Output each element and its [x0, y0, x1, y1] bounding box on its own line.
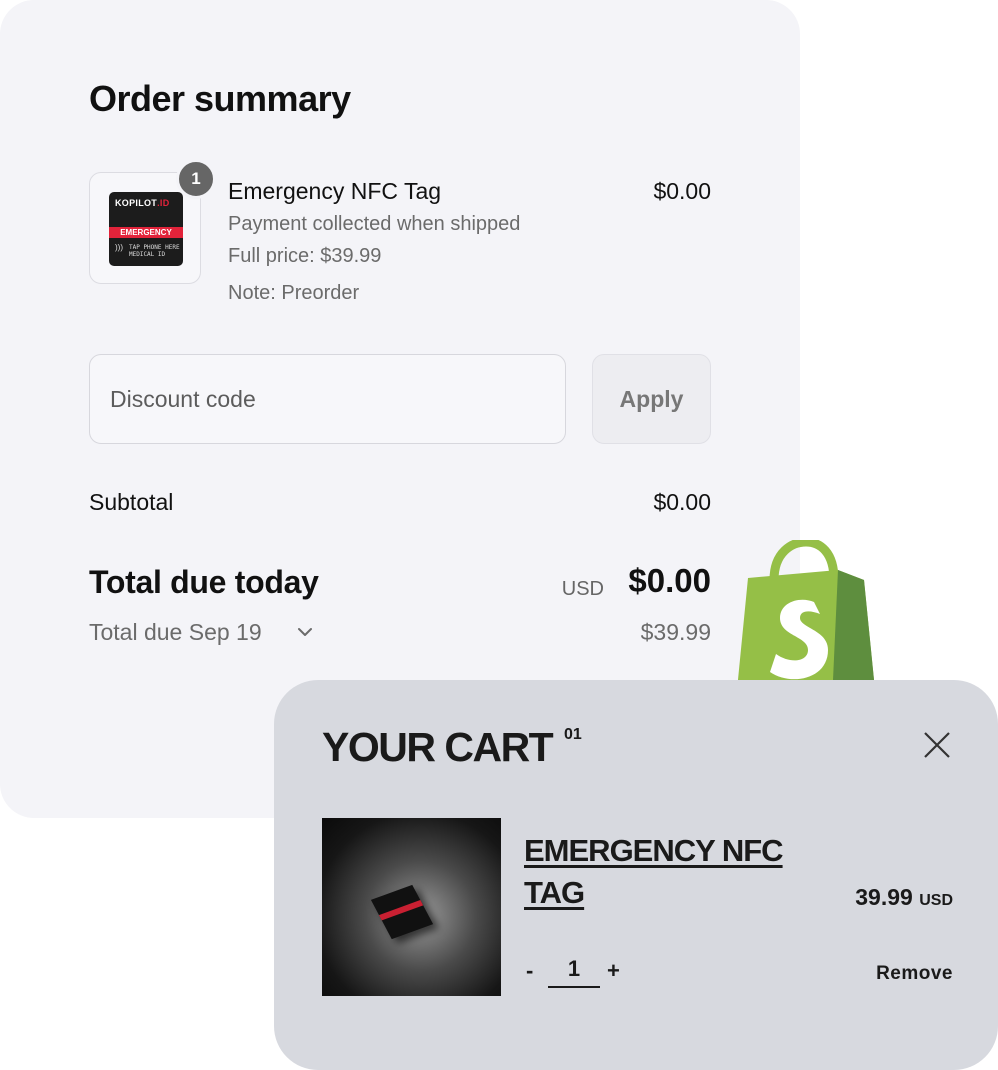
total-due-value: $0.00	[628, 562, 711, 599]
tag-emergency-label: EMERGENCY	[109, 227, 183, 238]
total-due-later-value: $39.99	[640, 619, 711, 645]
subtotal-label: Subtotal	[89, 489, 174, 515]
quantity-decrease-button[interactable]: -	[526, 958, 533, 984]
tag-medical-text: TAP PHONE HERE MEDICAL ID	[129, 244, 180, 258]
subtotal-value: $0.00	[653, 489, 711, 515]
discount-code-input[interactable]: Discount code	[89, 354, 566, 444]
total-due-later-label[interactable]: Total due Sep 19	[89, 619, 262, 646]
remove-button[interactable]: Remove	[876, 963, 953, 985]
order-summary-title: Order summary	[89, 78, 351, 119]
nfc-tag-photo	[370, 884, 434, 940]
item-price: $0.00	[653, 178, 711, 204]
apply-button[interactable]: Apply	[592, 354, 711, 444]
payment-note: Payment collected when shipped	[228, 213, 521, 235]
full-price: Full price: $39.99	[228, 245, 382, 267]
cart-item-photo	[322, 818, 501, 996]
close-icon[interactable]	[922, 730, 952, 760]
cart-count: 01	[564, 726, 582, 743]
cart-item-price: 39.99 USD	[855, 884, 953, 910]
tag-brand-logo: KOPILOT.ID	[115, 198, 170, 208]
chevron-down-icon[interactable]	[296, 625, 314, 639]
cart-panel: YOUR CART 01 EMERGENCY NFC TAG 39.99 USD…	[274, 680, 998, 1070]
quantity-increase-button[interactable]: +	[607, 958, 620, 984]
total-due-label: Total due today	[89, 564, 319, 600]
quantity-input[interactable]: 1	[548, 956, 600, 988]
item-note: Note: Preorder	[228, 282, 360, 304]
item-name: Emergency NFC Tag	[228, 178, 442, 204]
total-currency: USD	[561, 578, 604, 600]
nfc-icon: )))	[115, 243, 123, 252]
nfc-tag-image: KOPILOT.ID EMERGENCY ))) TAP PHONE HERE M…	[109, 192, 183, 266]
cart-title: YOUR CART	[322, 724, 554, 770]
quantity-badge: 1	[176, 159, 216, 199]
cart-item-name-link[interactable]: EMERGENCY NFC TAG	[524, 830, 824, 914]
